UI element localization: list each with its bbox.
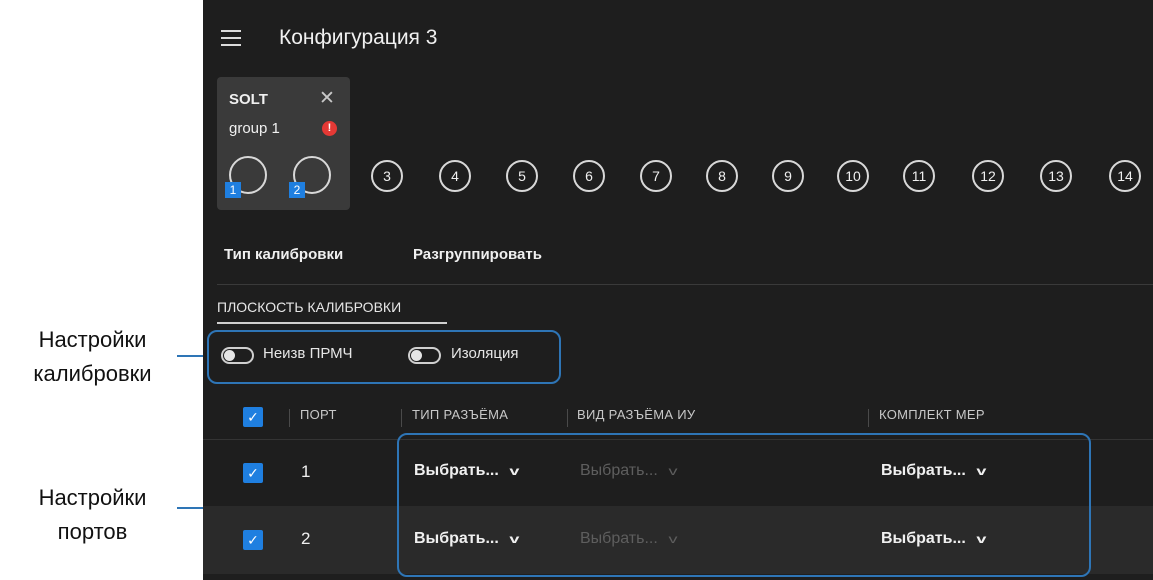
annotation-line-2: портов bbox=[57, 519, 128, 544]
annotation-calibration-settings: Настройки калибровки bbox=[0, 323, 185, 391]
port-6[interactable]: 6 bbox=[573, 160, 605, 192]
port-12[interactable]: 12 bbox=[972, 160, 1004, 192]
group-type-label: SOLT bbox=[229, 91, 268, 108]
group-name-label: group 1 bbox=[229, 120, 280, 137]
port-7[interactable]: 7 bbox=[640, 160, 672, 192]
port-14[interactable]: 14 bbox=[1109, 160, 1141, 192]
title-bar: Конфигурация 3 bbox=[203, 0, 1153, 76]
column-divider bbox=[567, 409, 568, 427]
port-number-badge: 1 bbox=[225, 182, 241, 198]
annotation-line-1: Настройки bbox=[38, 327, 147, 352]
ungroup-button[interactable]: Разгруппировать bbox=[413, 246, 542, 263]
select-all-checkbox[interactable]: ✓ bbox=[243, 407, 263, 427]
port-10[interactable]: 10 bbox=[837, 160, 869, 192]
annotation-line-2: калибровки bbox=[33, 361, 152, 386]
tab-underline bbox=[217, 322, 447, 324]
column-header-cal-kit: КОМПЛЕКТ МЕР bbox=[879, 407, 985, 422]
column-header-dut-connector: ВИД РАЗЪЁМА ИУ bbox=[577, 407, 696, 422]
annotation-line-1: Настройки bbox=[38, 485, 147, 510]
hamburger-menu-icon[interactable] bbox=[221, 30, 241, 46]
port-number-badge: 2 bbox=[289, 182, 305, 198]
column-divider bbox=[401, 409, 402, 427]
port-5[interactable]: 5 bbox=[506, 160, 538, 192]
column-header-port: ПОРТ bbox=[300, 407, 337, 422]
app-window: Конфигурация 3 SOLT ✕ group 1 ! 1 2 3 4 … bbox=[203, 0, 1153, 580]
highlight-calibration-settings bbox=[207, 330, 561, 384]
error-icon: ! bbox=[322, 121, 337, 136]
group-port-1[interactable]: 1 bbox=[225, 156, 267, 198]
highlight-port-settings bbox=[397, 433, 1091, 577]
port-4[interactable]: 4 bbox=[439, 160, 471, 192]
port-9[interactable]: 9 bbox=[772, 160, 804, 192]
page-title: Конфигурация 3 bbox=[279, 26, 438, 49]
column-divider bbox=[868, 409, 869, 427]
row-port-number: 1 bbox=[301, 462, 311, 481]
column-divider bbox=[289, 409, 290, 427]
port-3[interactable]: 3 bbox=[371, 160, 403, 192]
calibration-type-button[interactable]: Тип калибровки bbox=[224, 246, 343, 263]
divider bbox=[217, 284, 1153, 285]
column-header-connector-type: ТИП РАЗЪЁМА bbox=[412, 407, 509, 422]
row-port-number: 2 bbox=[301, 529, 311, 548]
group-port-2[interactable]: 2 bbox=[289, 156, 331, 198]
tab-calibration-plane[interactable]: ПЛОСКОСТЬ КАЛИБРОВКИ bbox=[217, 299, 401, 315]
row-checkbox[interactable]: ✓ bbox=[243, 530, 263, 550]
port-8[interactable]: 8 bbox=[706, 160, 738, 192]
annotation-port-settings: Настройки портов bbox=[0, 481, 185, 549]
row-checkbox[interactable]: ✓ bbox=[243, 463, 263, 483]
close-icon[interactable]: ✕ bbox=[319, 89, 335, 108]
port-11[interactable]: 11 bbox=[903, 160, 935, 192]
port-13[interactable]: 13 bbox=[1040, 160, 1072, 192]
